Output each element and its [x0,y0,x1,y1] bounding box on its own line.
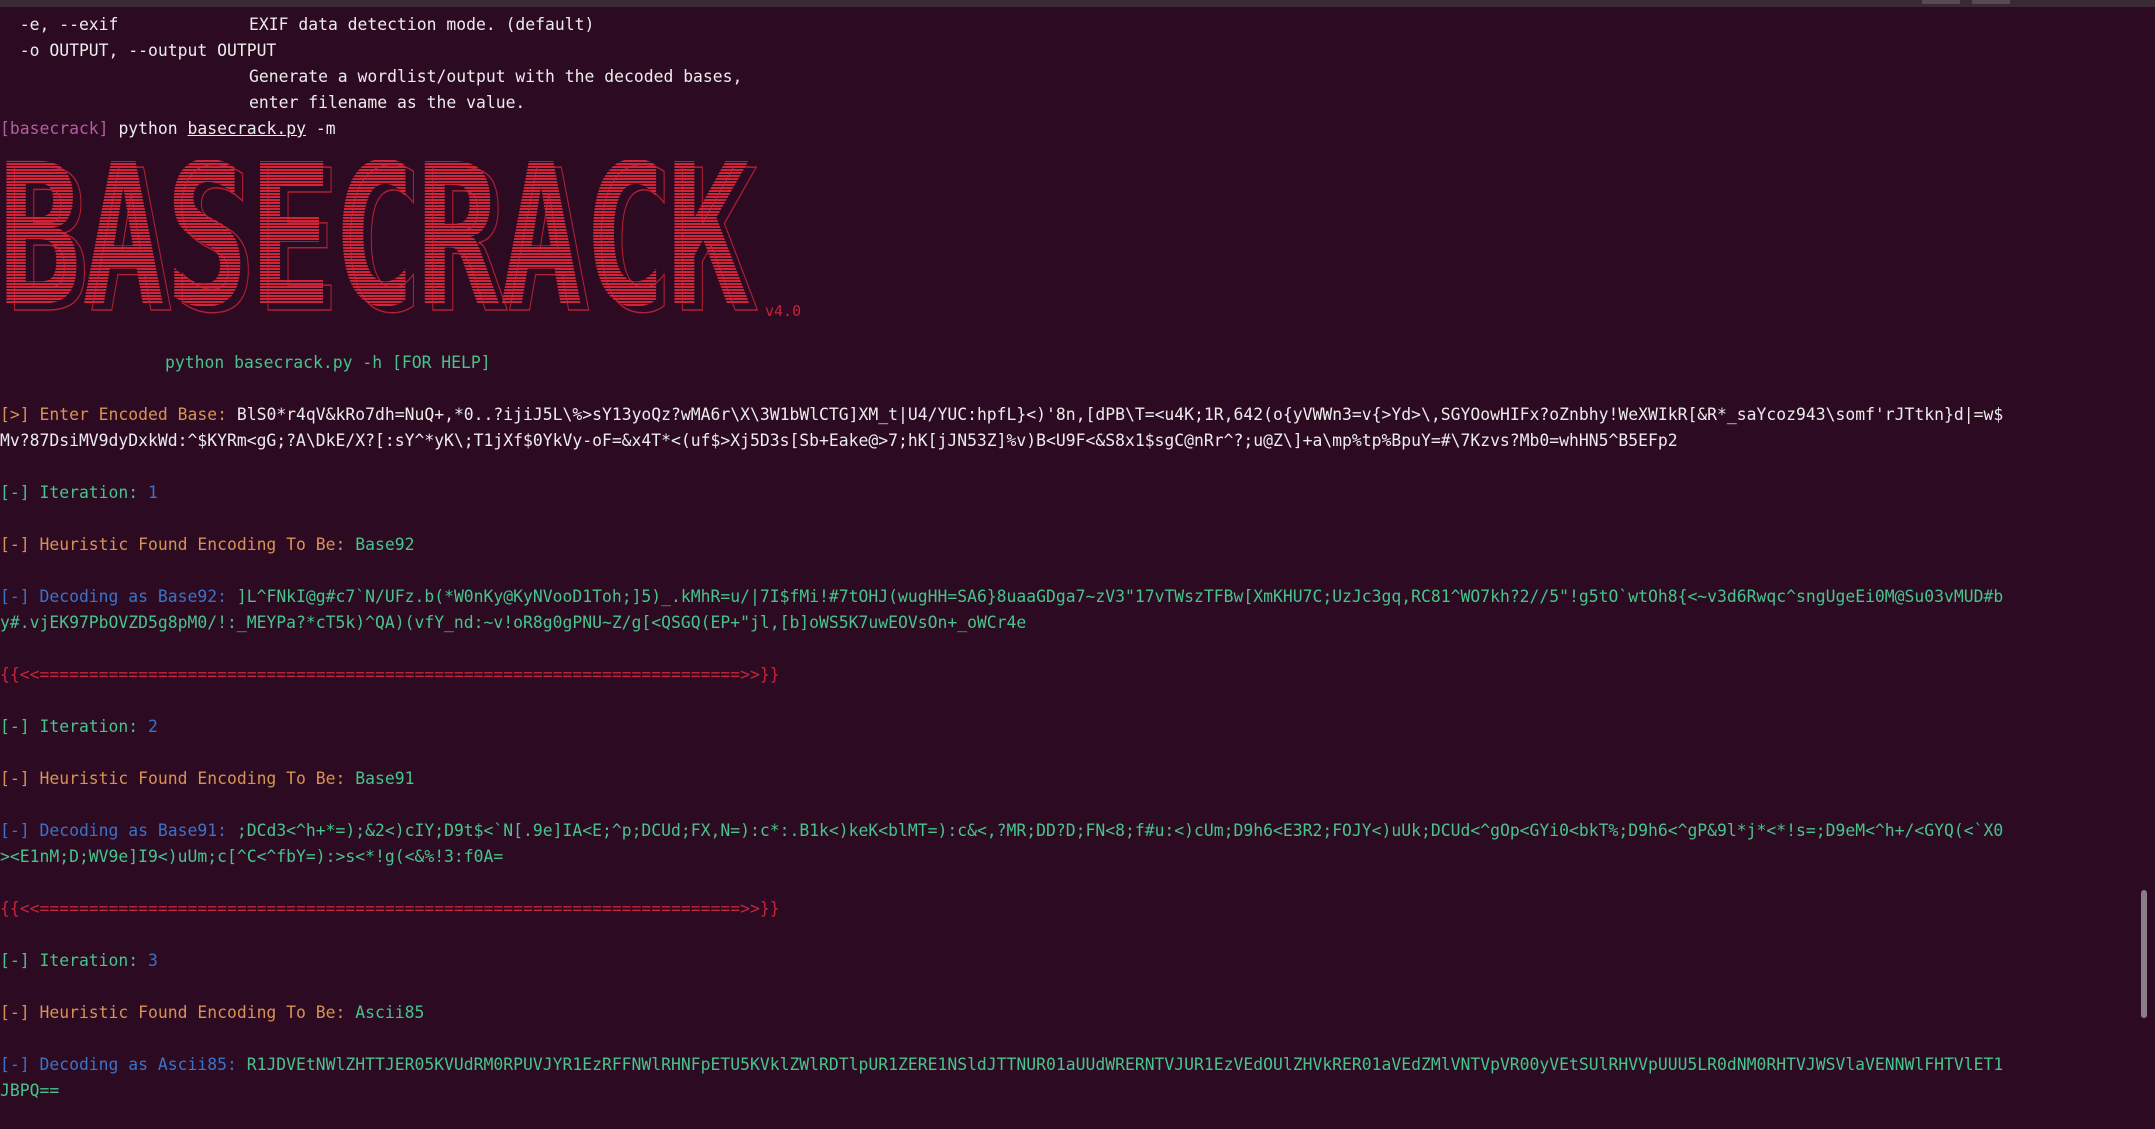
help-desc-output-1: Generate a wordlist/output with the deco… [249,67,743,86]
heuristic-encoding: Ascii85 [355,1003,425,1022]
decoding-value-1: R1JDVEtNWlZHTTJER05KVUdRM0RPUVJYR1EzRFFN… [246,1055,2004,1074]
terminal-scrollbar[interactable] [2141,890,2147,1018]
version-label: v4.0 [765,302,802,320]
exif-flag: -e, --exif [0,15,119,34]
heuristic-line: [-] Heuristic Found Encoding To Be: Base… [0,767,414,791]
decoding-value-2: ><E1nM;D;WV9e]I9<)uUm;c[^C<^fbY=):>s<*!g… [0,847,504,866]
prompt-dir: [basecrack] [0,119,109,138]
separator: {{<<====================================… [0,665,780,684]
encoded-input-line-1: [>] Enter Encoded Base: BlS0*r4qV&kRo7dh… [0,403,2003,427]
basecrack-logo: BASECRACK BASECRACK [0,160,759,315]
window-control[interactable] [1922,0,1960,4]
prompt-cmd: python [118,119,178,138]
prompt-file-link[interactable]: basecrack.py [188,119,306,138]
decoding-value-2: y#.vjEK97PbOVZD5g8pM0/!:_MEYPa?*cT5k)^QA… [0,613,1027,632]
help-hint: python basecrack.py -h [FOR HELP] [165,353,491,372]
iteration-number: 2 [148,717,158,736]
heuristic-line: [-] Heuristic Found Encoding To Be: Asci… [0,1001,424,1025]
heuristic-label: [-] Heuristic Found Encoding To Be: [0,769,356,788]
iteration-number: 3 [148,951,158,970]
iteration-line: [-] Iteration: 2 [0,715,158,739]
iteration-label: [-] Iteration: [0,483,149,502]
decoding-label: [-] Decoding as Base92: [0,587,237,606]
help-line-output: -o OUTPUT, --output OUTPUT [0,41,277,60]
decoding-value-2: JBPQ== [0,1081,60,1100]
encoded-input-value-2: Mv?87DsiMV9dyDxkWd:^$KYRm<gG;?A\DkE/X?[:… [0,431,1678,450]
decoding-line-1: [-] Decoding as Base91: ;DCd3<^h+*=);&2<… [0,819,2003,843]
decoding-line-1: [-] Decoding as Base92: ]L^FNkI@g#c7`N/U… [0,585,2003,609]
help-desc-output-2: enter filename as the value. [249,93,526,112]
help-desc-exif: EXIF data detection mode. (default) [249,15,595,34]
iteration-label: [-] Iteration: [0,951,149,970]
heuristic-encoding: Base92 [355,535,415,554]
window-control[interactable] [1972,0,2010,4]
logo-text: BASECRACK [0,160,750,315]
heuristic-label: [-] Heuristic Found Encoding To Be: [0,535,356,554]
heuristic-encoding: Base91 [355,769,415,788]
iteration-line: [-] Iteration: 1 [0,481,158,505]
decoding-label: [-] Decoding as Ascii85: [0,1055,247,1074]
terminal-top-bar [0,0,2155,7]
decoding-label: [-] Decoding as Base91: [0,821,237,840]
help-line-exif: -e, --exif [0,13,119,37]
separator: {{<<====================================… [0,899,780,918]
decoding-value-1: ]L^FNkI@g#c7`N/UFz.b(*W0nKy@KyNVooD1Toh;… [236,587,2004,606]
iteration-line: [-] Iteration: 3 [0,949,158,973]
shell-prompt: [basecrack] python basecrack.py -m [0,117,336,141]
heuristic-line: [-] Heuristic Found Encoding To Be: Base… [0,533,414,557]
iteration-number: 1 [148,483,158,502]
decoding-line-1: [-] Decoding as Ascii85: R1JDVEtNWlZHTTJ… [0,1053,2003,1077]
decoding-value-1: ;DCd3<^h+*=);&2<)cIY;D9t$<`N[.9e]IA<E;^p… [236,821,2004,840]
encoded-input-label: [>] Enter Encoded Base: [0,405,237,424]
encoded-input-value-1: BlS0*r4qV&kRo7dh=NuQ+,*0..?ijiJ5L\%>sY13… [236,405,2004,424]
iteration-label: [-] Iteration: [0,717,149,736]
prompt-args: -m [315,119,336,138]
heuristic-label: [-] Heuristic Found Encoding To Be: [0,1003,356,1022]
